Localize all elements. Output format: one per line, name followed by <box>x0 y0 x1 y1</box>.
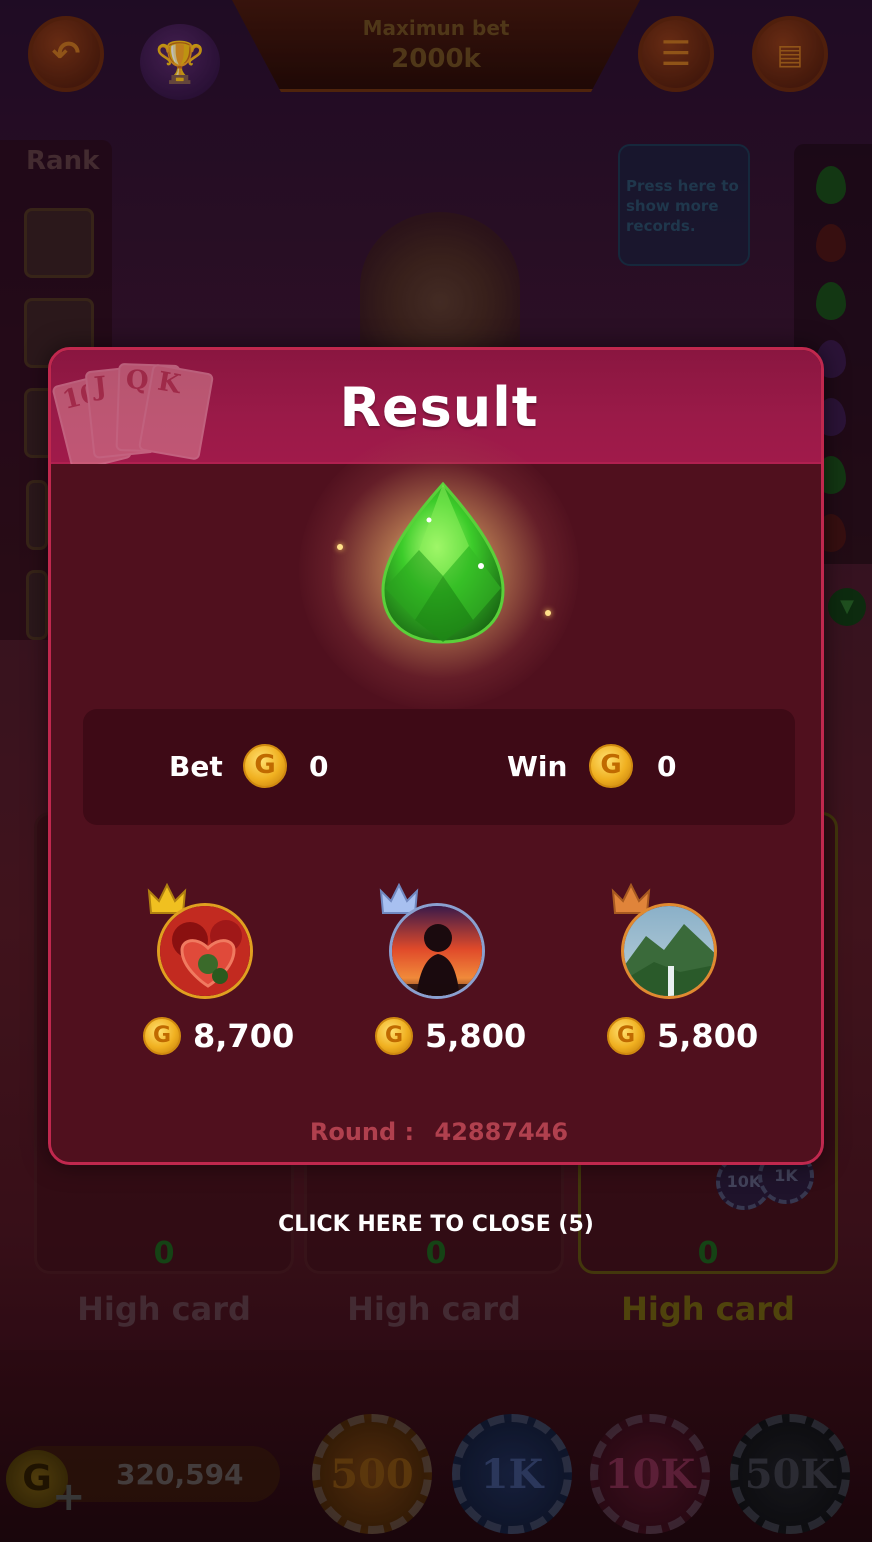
winner-3: G 5,800 <box>607 883 761 1073</box>
winner-amount: 5,800 <box>657 1017 759 1055</box>
result-modal: 10 J Q K Result Bet G 0 Win G 0 G 8,700 … <box>48 347 824 1165</box>
coin-icon: G <box>589 744 633 788</box>
win-value: 0 <box>657 750 677 783</box>
bet-value: 0 <box>309 750 329 783</box>
round-info: Round : 42887446 <box>51 1118 821 1146</box>
win-label: Win <box>507 750 568 783</box>
winner-2: G 5,800 <box>375 883 529 1073</box>
coin-icon: G <box>243 744 287 788</box>
green-emerald-gem-icon <box>381 481 505 644</box>
coin-icon: G <box>607 1017 645 1055</box>
result-gem <box>299 430 579 710</box>
winner-amount: 5,800 <box>425 1017 527 1055</box>
close-button[interactable]: CLICK HERE TO CLOSE (5) <box>0 1212 872 1237</box>
coin-icon: G <box>375 1017 413 1055</box>
avatar[interactable] <box>389 903 485 999</box>
round-label: Round : <box>309 1118 415 1146</box>
game-screen: ↶ 🏆 Maximun bet 2000k ☰ ▤ Rank Press her… <box>0 0 872 1542</box>
winner-amount: 8,700 <box>193 1017 295 1055</box>
round-number: 42887446 <box>434 1118 569 1146</box>
winner-1: G 8,700 <box>143 883 297 1073</box>
bet-label: Bet <box>169 750 223 783</box>
coin-icon: G <box>143 1017 181 1055</box>
avatar[interactable] <box>157 903 253 999</box>
sparkle <box>337 544 343 550</box>
avatar[interactable] <box>621 903 717 999</box>
sparkle <box>545 610 551 616</box>
